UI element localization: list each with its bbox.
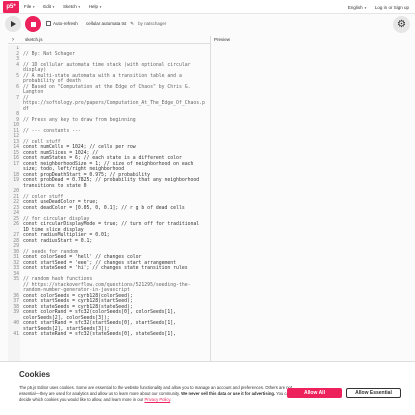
p5-logo[interactable]: p5* bbox=[3, 0, 19, 13]
privacy-policy-link[interactable]: Privacy Policy bbox=[144, 397, 170, 402]
file-tab[interactable]: sketch.js bbox=[25, 37, 43, 42]
code-line[interactable]: 33 const stateSeed = 'hi'; // changes sta… bbox=[8, 266, 210, 272]
code-text: transitions to state 0 bbox=[23, 183, 87, 189]
login-link[interactable]: Log in bbox=[375, 5, 387, 10]
code-line[interactable]: 41 const stateRand = sfc32(stateSeeds[0],… bbox=[8, 332, 210, 338]
line-number: 41 bbox=[13, 332, 19, 337]
code-text: // Press any key to draw from beginning bbox=[23, 117, 136, 123]
language-label: English bbox=[347, 4, 363, 10]
auto-refresh-label: Auto-refresh bbox=[53, 21, 78, 26]
code-text: https://softology.pro/papers/Computation… bbox=[23, 101, 205, 106]
menu-help[interactable]: Help ▼ bbox=[89, 4, 102, 9]
menu-sketch-label: Sketch bbox=[63, 4, 77, 9]
code-text: const stateRand = sfc32(stateSeeds[0], s… bbox=[23, 332, 177, 337]
chevron-down-icon: ▼ bbox=[99, 4, 102, 9]
chevron-right-icon: › bbox=[12, 37, 14, 43]
settings-button[interactable]: ⚙ bbox=[393, 16, 410, 33]
language-select[interactable]: English ▼ bbox=[348, 5, 367, 10]
code-text: const radiusStart = 0.1; bbox=[23, 238, 93, 244]
code-text: const stateSeed = 'hi'; // changes state… bbox=[23, 266, 188, 271]
allow-essential-button[interactable]: Allow Essential bbox=[346, 388, 401, 398]
stop-button[interactable] bbox=[25, 16, 41, 32]
code-text: // --- constants --- bbox=[23, 128, 81, 134]
chevron-down-icon: ▼ bbox=[77, 4, 81, 9]
cookie-text: The p5.js Editor uses cookies. Some are … bbox=[19, 385, 294, 402]
nav-right: English ▼ Log in or Sign up bbox=[348, 0, 409, 14]
chevron-down-icon: ▼ bbox=[363, 5, 367, 10]
code-line[interactable]: 23 const deadColor = [0.05, 0, 0.1]; // r… bbox=[8, 206, 210, 212]
menu-file-label: File bbox=[24, 4, 32, 9]
auto-refresh-checkbox[interactable] bbox=[46, 21, 51, 26]
sidebar-toggle-button[interactable]: › bbox=[8, 36, 18, 44]
cookie-title: Cookies bbox=[19, 370, 51, 379]
play-button[interactable] bbox=[5, 16, 21, 32]
auto-refresh-toggle[interactable]: Auto-refresh bbox=[46, 21, 78, 26]
menu-file[interactable]: File ▼ bbox=[24, 4, 35, 9]
project-owner: by natschager bbox=[138, 21, 167, 26]
pane-divider[interactable] bbox=[210, 36, 211, 361]
menu-edit-label: Edit bbox=[43, 4, 52, 9]
auth-links: Log in or Sign up bbox=[375, 5, 409, 10]
menu-sketch[interactable]: Sketch ▼ bbox=[63, 4, 81, 9]
cookie-text-end: . bbox=[170, 396, 172, 402]
cookie-text-bold: We never sell this data or use it for ad… bbox=[181, 390, 276, 396]
project-info: cellular automata tst ✎ by natschager bbox=[86, 21, 166, 27]
or-text: or bbox=[388, 4, 393, 10]
code-editor[interactable]: 1 2// By: Nat Schager 3 4// 1D cellular aut… bbox=[8, 46, 210, 361]
menu-edit[interactable]: Edit ▼ bbox=[43, 4, 55, 9]
code-text: // By: Nat Schager bbox=[23, 51, 75, 57]
code-text: // Based on "Computation at the Edge of … bbox=[23, 84, 191, 90]
signup-link[interactable]: Sign up bbox=[394, 5, 409, 10]
code-text: const deadColor = [0.05, 0, 0.1]; // r g… bbox=[23, 205, 185, 211]
main-menu: File ▼ Edit ▼ Sketch ▼ Help ▼ bbox=[24, 4, 102, 9]
gear-icon: ⚙ bbox=[397, 19, 406, 30]
project-name[interactable]: cellular automata tst bbox=[86, 21, 126, 27]
preview-header: Preview bbox=[214, 37, 231, 42]
top-nav: p5* File ▼ Edit ▼ Sketch ▼ Help ▼ English ▼ … bbox=[0, 0, 415, 14]
chevron-down-icon: ▼ bbox=[52, 4, 55, 9]
edit-icon[interactable]: ✎ bbox=[130, 21, 134, 27]
menu-help-label: Help bbox=[88, 4, 99, 9]
code-line[interactable]: https://softology.pro/papers/Computation… bbox=[8, 101, 210, 107]
allow-all-button[interactable]: Allow All bbox=[287, 388, 342, 398]
p5-editor-app: p5* File ▼ Edit ▼ Sketch ▼ Help ▼ English ▼ … bbox=[0, 0, 415, 415]
chevron-down-icon: ▼ bbox=[32, 4, 36, 9]
